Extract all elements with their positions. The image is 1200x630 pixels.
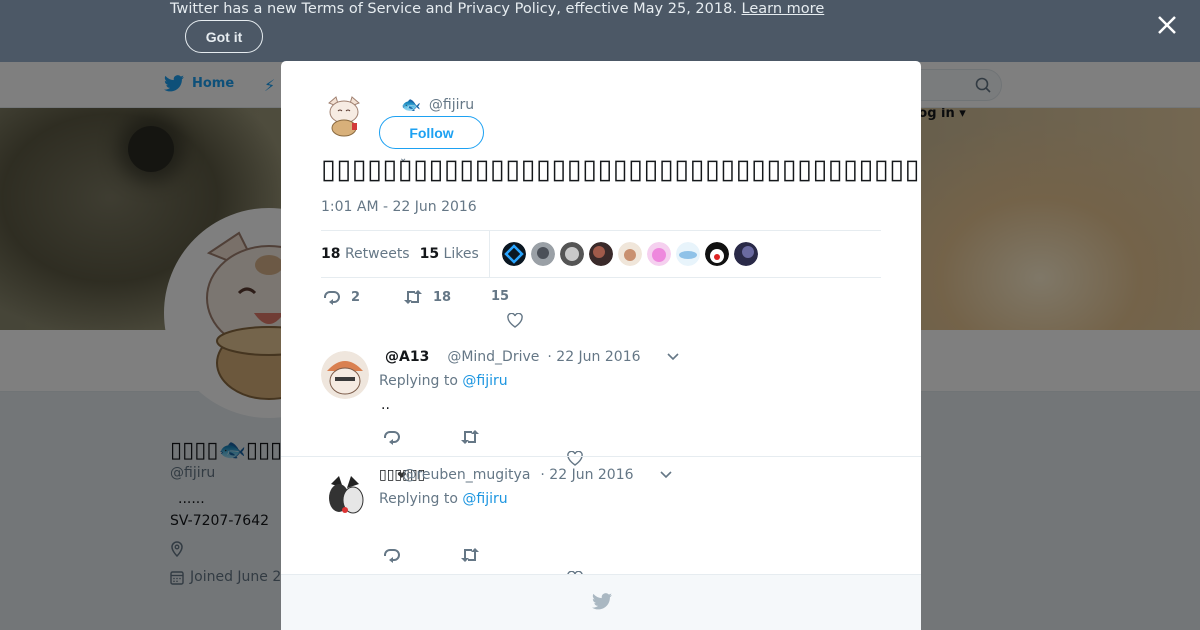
retweet-icon[interactable] — [460, 429, 480, 445]
liker-avatar[interactable] — [559, 242, 584, 266]
reply-header: ▯▯▯▯▯▯ ❤ @reuben_mugitya · 22 Jun 2016 — [379, 467, 672, 483]
tweet-timestamp[interactable]: 1:01 AM - 22 Jun 2016 — [321, 199, 477, 215]
liker-avatar[interactable] — [646, 242, 671, 266]
retweets-label: Retweets — [344, 246, 410, 262]
cat-avatar-illustration — [321, 93, 367, 139]
tweet-text: ▯▯▯▯▯▯▯▯▯▯▯▯▯▯▯▯▯▯▯▯▯▯▯▯▯▯▯▯▯▯▯▯▯▯▯▯▯▯▯▯… — [321, 154, 921, 185]
replying-to: Replying to @fijiru — [379, 491, 508, 507]
terms-message-text: Twitter has a new Terms of Service and P… — [170, 1, 737, 17]
terms-banner: Twitter has a new Terms of Service and P… — [0, 0, 1200, 62]
reply-avatar[interactable] — [321, 470, 369, 518]
reply-icon — [324, 291, 340, 305]
reply-count: 2 — [351, 289, 361, 305]
stats-divider — [488, 231, 490, 277]
tweet-author-avatar[interactable] — [321, 93, 367, 139]
got-it-button[interactable]: Got it — [185, 20, 263, 53]
retweet-icon[interactable] — [460, 547, 480, 563]
retweets-count: 18 — [321, 246, 341, 262]
likes-stat[interactable]: 15 Likes — [420, 246, 479, 262]
follow-button[interactable]: Follow — [379, 116, 484, 149]
liker-avatar[interactable] — [617, 242, 642, 266]
retweet-icon — [404, 290, 422, 304]
reply-header: @A13 @Mind_Drive · 22 Jun 2016 — [379, 349, 679, 365]
heart-icon[interactable] — [567, 451, 583, 466]
replying-to-link[interactable]: @fijiru — [462, 373, 507, 389]
tweet-modal: 🐟 @fijiru Follow ⌄ ▯▯▯▯▯▯▯▯▯▯▯▯▯▯▯▯▯▯▯▯▯… — [281, 61, 921, 630]
retweet-action[interactable]: 18 — [403, 289, 451, 305]
liker-avatar[interactable] — [588, 242, 613, 266]
tweet-author-handle: @fijiru — [428, 96, 475, 113]
reply-handle[interactable]: @reuben_mugitya — [402, 467, 530, 483]
liker-avatar[interactable] — [704, 242, 729, 266]
reply-action[interactable]: 2 — [323, 289, 360, 305]
reply-icon[interactable] — [383, 547, 401, 563]
like-count: 15 — [491, 289, 510, 304]
likes-label: Likes — [443, 246, 479, 262]
reply-date[interactable]: · 22 Jun 2016 — [540, 467, 633, 483]
reply-icon[interactable] — [383, 429, 401, 445]
liker-avatar[interactable] — [733, 242, 758, 266]
fish-emoji-icon: 🐟 — [401, 95, 421, 114]
liker-avatar[interactable] — [530, 242, 555, 266]
reply-body: .. — [381, 397, 390, 413]
liker-avatar[interactable] — [675, 242, 700, 266]
tweet-author-row[interactable]: 🐟 @fijiru — [401, 95, 474, 114]
chevron-down-icon[interactable] — [659, 471, 672, 479]
reply-date[interactable]: · 22 Jun 2016 — [547, 349, 640, 365]
retweets-stat[interactable]: 18 Retweets — [321, 246, 410, 262]
liker-avatars — [501, 242, 758, 266]
terms-message: Twitter has a new Terms of Service and P… — [170, 1, 824, 17]
tweet-actions: 2 18 15 — [321, 289, 621, 329]
liker-avatar[interactable] — [501, 242, 526, 266]
replying-label: Replying to — [379, 491, 458, 507]
likes-count: 15 — [419, 246, 440, 262]
twitter-bird-icon — [592, 593, 612, 610]
replying-to-link[interactable]: @fijiru — [462, 491, 507, 507]
tweet-stats: 18 Retweets 15 Likes — [321, 230, 881, 278]
replying-to: Replying to @fijiru — [379, 373, 508, 389]
modal-footer — [281, 574, 921, 630]
reply-handle[interactable]: @Mind_Drive — [447, 349, 539, 365]
reply-divider — [281, 456, 921, 457]
retweet-count: 18 — [433, 289, 452, 305]
replying-label: Replying to — [379, 373, 458, 389]
heart-icon[interactable] — [507, 313, 523, 328]
learn-more-link[interactable]: Learn more — [742, 1, 825, 17]
reply-avatar[interactable] — [321, 351, 369, 399]
reply-name[interactable]: @A13 — [385, 349, 429, 365]
chevron-down-icon[interactable] — [666, 353, 679, 361]
close-icon[interactable] — [1155, 13, 1179, 37]
